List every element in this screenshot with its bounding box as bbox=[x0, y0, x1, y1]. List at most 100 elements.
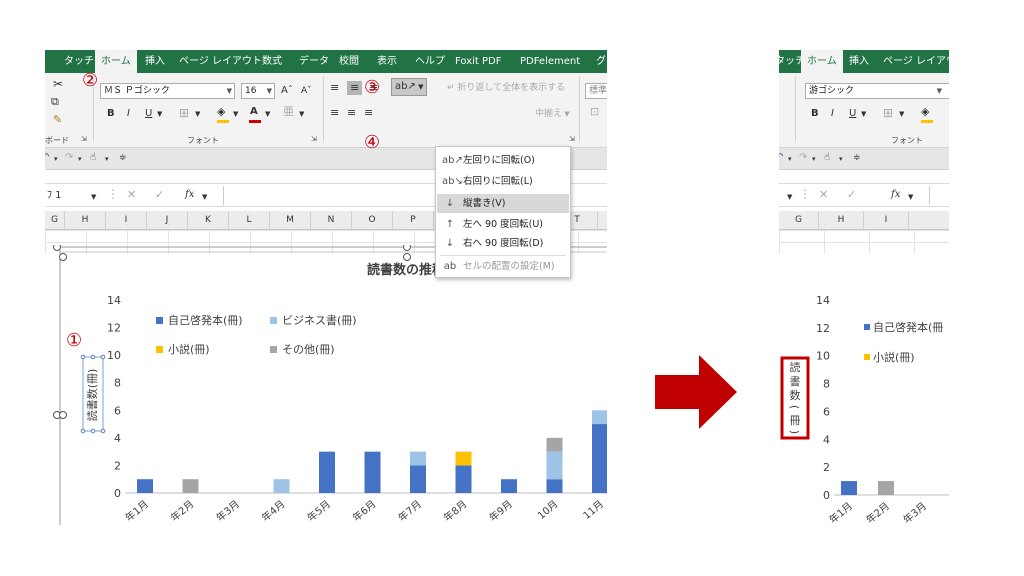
tab-home[interactable]: ホーム bbox=[95, 50, 137, 73]
chevron-down-icon[interactable]: ▼ bbox=[299, 107, 304, 121]
tab-more[interactable]: グ bbox=[596, 50, 606, 73]
column-header[interactable]: P bbox=[393, 211, 434, 230]
alignment-launcher-icon[interactable]: ⇲ bbox=[569, 135, 575, 143]
font-name-combo[interactable]: 游ゴシック ▼ bbox=[805, 83, 949, 99]
phonetic-icon[interactable]: 亜 bbox=[283, 105, 294, 119]
chevron-down-icon[interactable]: ▼ bbox=[195, 107, 200, 121]
align-right-icon[interactable]: ≡ bbox=[364, 106, 373, 120]
chevron-down-icon[interactable]: ▼ bbox=[91, 190, 96, 204]
tab-help[interactable]: ヘルプ bbox=[415, 50, 445, 73]
touch-mode-icon[interactable]: ☝ bbox=[824, 151, 830, 165]
align-left-icon[interactable]: ≡ bbox=[330, 106, 339, 120]
borders-icon[interactable]: ⊞ bbox=[883, 106, 893, 120]
font-name-combo[interactable]: ＭＳ Ｐゴシック ▼ bbox=[100, 83, 235, 99]
chevron-down-icon[interactable]: ▾ bbox=[788, 152, 792, 166]
fill-color-icon[interactable]: ◈ bbox=[217, 105, 225, 119]
font-size-combo[interactable]: 16 ▼ bbox=[241, 83, 275, 99]
column-header[interactable]: H bbox=[65, 211, 106, 230]
formula-input[interactable] bbox=[929, 186, 949, 205]
chevron-down-icon[interactable]: ▾ bbox=[105, 152, 109, 166]
chevron-down-icon[interactable]: ▼ bbox=[787, 190, 792, 204]
chevron-down-icon[interactable]: ▾ bbox=[78, 152, 82, 166]
cut-icon[interactable]: ✂ bbox=[53, 77, 63, 91]
tab-insert[interactable]: 挿入 bbox=[849, 50, 869, 73]
align-middle-icon[interactable]: ≡ bbox=[347, 81, 363, 95]
format-painter-icon[interactable]: ✎ bbox=[53, 113, 62, 127]
borders-icon[interactable]: ⊞ bbox=[179, 106, 189, 120]
menu-item-rotate-up[interactable]: ↑ 左へ 90 度回転(U) bbox=[437, 215, 569, 234]
currency-icon[interactable]: ⊡ bbox=[590, 105, 599, 119]
redo-icon[interactable]: ↷ bbox=[65, 151, 73, 165]
tab-formulas[interactable]: 数式 bbox=[262, 50, 282, 73]
cell-grid[interactable] bbox=[779, 230, 949, 254]
column-header[interactable]: H bbox=[819, 211, 864, 230]
orientation-button[interactable]: ab↗ ▼ bbox=[391, 78, 428, 96]
tab-view[interactable]: 表示 bbox=[377, 50, 397, 73]
insert-function-button[interactable]: fx bbox=[185, 188, 194, 202]
italic-button[interactable]: I bbox=[831, 107, 834, 121]
fill-color-icon[interactable]: ◈ bbox=[921, 105, 929, 119]
insert-function-button[interactable]: fx bbox=[891, 188, 900, 202]
chevron-down-icon[interactable]: ▼ bbox=[265, 107, 270, 121]
menu-item-rotate-ccw[interactable]: ab↗ 左回りに回転(O) bbox=[437, 151, 569, 170]
chevron-down-icon[interactable]: ▼ bbox=[899, 107, 904, 121]
menu-item-vertical-text[interactable]: ↓ 縦書き(V) bbox=[437, 194, 569, 213]
chart-area[interactable]: 0 2 4 6 8 10 12 14 読書数 (冊) 自己啓発本(冊小説(冊) 年1月 年2月 年3月 bbox=[779, 280, 949, 525]
column-header[interactable]: J bbox=[147, 211, 188, 230]
bold-button[interactable]: B bbox=[107, 107, 115, 121]
align-center-icon[interactable]: ≡ bbox=[347, 106, 356, 120]
chevron-down-icon[interactable]: ▼ bbox=[202, 190, 207, 204]
column-header[interactable]: K bbox=[188, 211, 229, 230]
font-launcher-icon[interactable]: ⇲ bbox=[311, 135, 317, 143]
tab-pdfelement[interactable]: PDFelement bbox=[520, 50, 580, 73]
italic-button[interactable]: I bbox=[127, 107, 130, 121]
column-header[interactable]: G bbox=[45, 211, 65, 230]
tab-page-layout[interactable]: ページ レイアウト bbox=[179, 50, 262, 73]
customize-qat-icon[interactable]: ≑ bbox=[119, 151, 127, 165]
menu-item-rotate-cw[interactable]: ab↘ 右回りに回転(L) bbox=[437, 172, 569, 191]
tab-review[interactable]: 校閲 bbox=[339, 50, 359, 73]
touch-mode-icon[interactable]: ☝ bbox=[90, 151, 96, 165]
chevron-down-icon[interactable]: ▾ bbox=[839, 152, 843, 166]
column-header[interactable]: M bbox=[270, 211, 311, 230]
chart-area[interactable]: 読書数の推移 0 2 4 6 8 10 12 14 読書数(冊) 自己啓発本(冊) ビジネス書(冊) 小… bbox=[45, 245, 607, 525]
tab-insert[interactable]: 挿入 bbox=[145, 50, 165, 73]
undo-icon[interactable]: ↶ bbox=[779, 151, 783, 165]
shrink-font-icon[interactable]: Aˇ bbox=[301, 84, 312, 98]
tab-home[interactable]: ホーム bbox=[801, 50, 843, 73]
redo-icon[interactable]: ↷ bbox=[799, 151, 807, 165]
tab-data[interactable]: データ bbox=[299, 50, 329, 73]
column-header[interactable]: G bbox=[779, 211, 819, 230]
cancel-icon[interactable]: ✕ bbox=[127, 188, 136, 202]
undo-icon[interactable]: ↶ bbox=[45, 151, 49, 165]
align-top-icon[interactable]: ≡ bbox=[330, 81, 339, 95]
chevron-down-icon[interactable]: ▼ bbox=[233, 107, 238, 121]
font-color-button[interactable]: A bbox=[250, 105, 258, 119]
copy-icon[interactable]: ⧉ bbox=[51, 95, 59, 109]
name-box[interactable]: ﾌ 1 bbox=[47, 189, 62, 203]
tab-page-layout[interactable]: ページ レイアウト bbox=[883, 50, 949, 73]
clipboard-launcher-icon[interactable]: ⇲ bbox=[81, 135, 87, 143]
merge-center-button[interactable]: 中揃え ▼ bbox=[535, 107, 570, 121]
underline-button[interactable]: U bbox=[849, 107, 856, 121]
chevron-down-icon[interactable]: ▾ bbox=[54, 152, 58, 166]
chevron-down-icon[interactable]: ▼ bbox=[861, 107, 866, 121]
chevron-down-icon[interactable]: ▼ bbox=[157, 107, 162, 121]
enter-icon[interactable]: ✓ bbox=[847, 188, 856, 202]
grow-font-icon[interactable]: Aˆ bbox=[281, 84, 293, 98]
number-format-combo[interactable]: 標準 bbox=[585, 83, 607, 99]
enter-icon[interactable]: ✓ bbox=[155, 188, 164, 202]
wrap-text-button[interactable]: ↵ 折り返して全体を表示する bbox=[447, 81, 565, 95]
column-header[interactable]: L bbox=[229, 211, 270, 230]
menu-item-rotate-down[interactable]: ↓ 右へ 90 度回転(D) bbox=[437, 234, 569, 253]
column-header[interactable]: O bbox=[352, 211, 393, 230]
tab-foxit-pdf[interactable]: Foxit PDF bbox=[455, 50, 501, 73]
bold-button[interactable]: B bbox=[811, 107, 819, 121]
customize-qat-icon[interactable]: ≑ bbox=[853, 151, 861, 165]
chevron-down-icon[interactable]: ▾ bbox=[812, 152, 816, 166]
underline-button[interactable]: U bbox=[145, 107, 152, 121]
column-header[interactable]: I bbox=[106, 211, 147, 230]
menu-item-format-cells[interactable]: ab セルの配置の設定(M) bbox=[437, 257, 569, 276]
chevron-down-icon[interactable]: ▼ bbox=[908, 190, 913, 204]
column-header[interactable]: N bbox=[311, 211, 352, 230]
